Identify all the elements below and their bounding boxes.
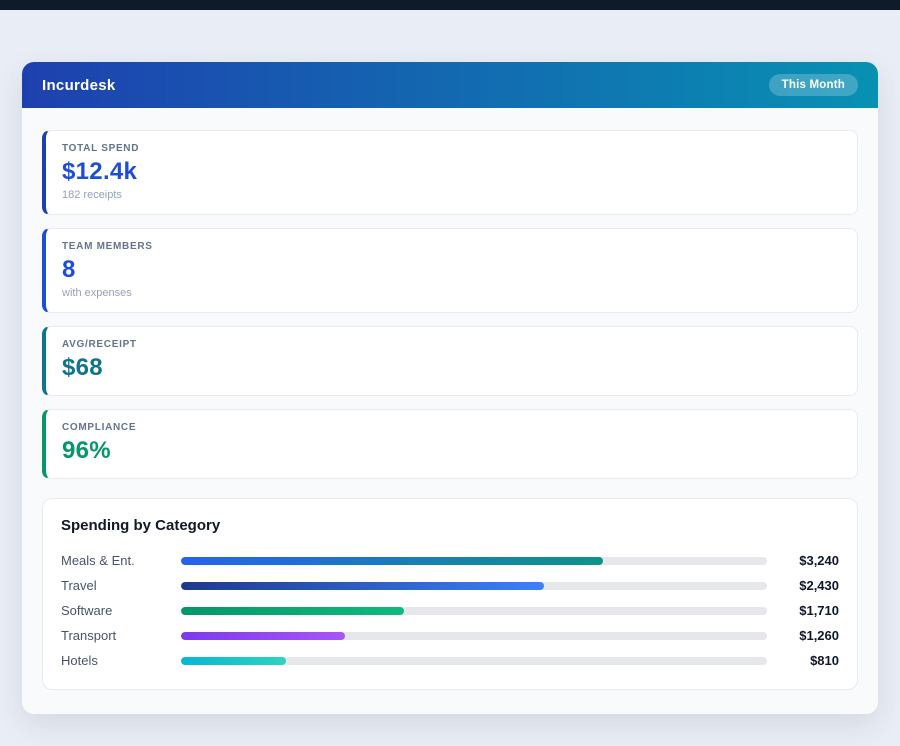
category-bar-fill: [181, 557, 603, 565]
category-row: Hotels $810: [61, 648, 839, 673]
category-value: $2,430: [767, 578, 839, 593]
category-bar-track: [181, 657, 767, 665]
category-label: Hotels: [61, 653, 181, 668]
spending-card: Spending by Category Meals & Ent. $3,240…: [42, 498, 858, 690]
category-label: Software: [61, 603, 181, 618]
category-row: Software $1,710: [61, 598, 839, 623]
period-badge[interactable]: This Month: [769, 74, 858, 96]
category-row: Travel $2,430: [61, 573, 839, 598]
category-value: $3,240: [767, 553, 839, 568]
stat-label: COMPLIANCE: [62, 422, 841, 433]
category-bar-fill: [181, 607, 404, 615]
category-bar-fill: [181, 632, 345, 640]
stat-card: COMPLIANCE 96%: [42, 409, 858, 479]
app-title: Incurdesk: [42, 77, 116, 94]
stat-value: $68: [62, 354, 841, 382]
top-strip: [0, 0, 900, 10]
category-value: $1,710: [767, 603, 839, 618]
category-bar-fill: [181, 582, 544, 590]
stat-sub: with expenses: [62, 287, 841, 299]
category-label: Travel: [61, 578, 181, 593]
category-bar-track: [181, 607, 767, 615]
app-header: Incurdesk This Month: [22, 62, 878, 108]
spending-title: Spending by Category: [61, 517, 839, 534]
category-bar-track: [181, 632, 767, 640]
stat-sub: 182 receipts: [62, 189, 841, 201]
stat-value: 8: [62, 256, 841, 284]
app-card: Incurdesk This Month TOTAL SPEND $12.4k …: [22, 62, 878, 714]
category-bar-track: [181, 557, 767, 565]
category-value: $1,260: [767, 628, 839, 643]
category-row: Meals & Ent. $3,240: [61, 548, 839, 573]
stat-card: AVG/RECEIPT $68: [42, 326, 858, 396]
stat-label: TOTAL SPEND: [62, 143, 841, 154]
category-rows: Meals & Ent. $3,240 Travel $2,430 Softwa…: [61, 548, 839, 673]
category-label: Meals & Ent.: [61, 553, 181, 568]
category-bar-fill: [181, 657, 286, 665]
category-value: $810: [767, 653, 839, 668]
category-label: Transport: [61, 628, 181, 643]
stat-label: TEAM MEMBERS: [62, 241, 841, 252]
category-row: Transport $1,260: [61, 623, 839, 648]
stat-card: TEAM MEMBERS 8 with expenses: [42, 228, 858, 313]
stat-value: 96%: [62, 437, 841, 465]
app-body: TOTAL SPEND $12.4k 182 receipts TEAM MEM…: [22, 108, 878, 714]
stat-card: TOTAL SPEND $12.4k 182 receipts: [42, 130, 858, 215]
stat-label: AVG/RECEIPT: [62, 339, 841, 350]
stats-list: TOTAL SPEND $12.4k 182 receipts TEAM MEM…: [42, 130, 858, 479]
stat-value: $12.4k: [62, 158, 841, 186]
category-bar-track: [181, 582, 767, 590]
